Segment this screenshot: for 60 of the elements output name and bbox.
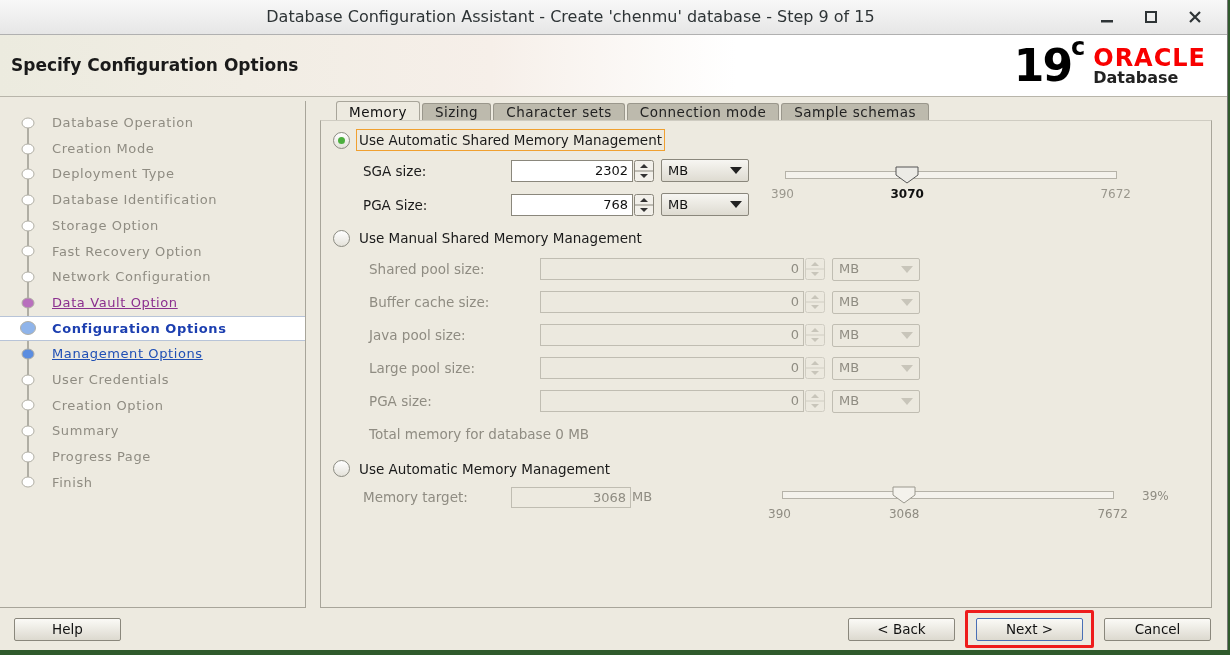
field-label: Buffer cache size: bbox=[369, 292, 491, 312]
radio-button[interactable] bbox=[333, 229, 350, 247]
caret-icon bbox=[901, 364, 913, 372]
dialog-button[interactable]: < Back bbox=[848, 617, 955, 641]
number-field[interactable]: 2302 bbox=[511, 159, 633, 182]
step-item[interactable]: Configuration Options bbox=[0, 315, 305, 342]
step-label[interactable]: Data Vault Option bbox=[52, 292, 178, 313]
slider-thumb[interactable] bbox=[895, 166, 920, 185]
step-label[interactable]: Management Options bbox=[52, 344, 203, 364]
product-name: Database bbox=[1093, 69, 1180, 86]
spinner-icon[interactable] bbox=[634, 193, 654, 216]
percent-label: 39% bbox=[1142, 488, 1169, 505]
slider-max: 7672 bbox=[1100, 186, 1131, 204]
field-label: Memory target: bbox=[363, 488, 469, 507]
slider-min: 390 bbox=[768, 506, 791, 523]
radio-button[interactable] bbox=[333, 460, 350, 478]
tab[interactable]: Sample schemas bbox=[781, 103, 929, 120]
maximize-icon[interactable] bbox=[1145, 11, 1157, 23]
window-title: Database Configuration Assistant - Create 'chenmu' database - Step 9 of 15 bbox=[265, 6, 876, 28]
field-label: Java pool size: bbox=[369, 325, 467, 345]
caret-icon bbox=[901, 331, 913, 339]
dialog-button[interactable]: Help bbox=[14, 617, 121, 641]
tab[interactable]: Connection mode bbox=[626, 103, 780, 120]
version-number: 19$^{c}$ bbox=[1013, 43, 1084, 88]
tab[interactable]: Memory bbox=[336, 101, 420, 120]
unit-dropdown[interactable]: MB bbox=[661, 193, 749, 217]
dialog-button[interactable]: Cancel bbox=[1104, 617, 1211, 641]
radio-label[interactable]: Use Automatic Memory Management bbox=[356, 457, 614, 480]
caret-icon bbox=[901, 298, 913, 306]
step-node-icon bbox=[20, 321, 36, 336]
radio-button[interactable] bbox=[333, 131, 350, 149]
caret-icon bbox=[901, 265, 913, 273]
page-title: Specify Configuration Options bbox=[11, 53, 299, 77]
caret-icon bbox=[730, 201, 742, 209]
tab[interactable]: Character sets bbox=[493, 103, 625, 120]
radio-label[interactable]: Use Automatic Shared Memory Management bbox=[356, 129, 665, 152]
step-item[interactable]: Management Options bbox=[0, 341, 305, 367]
field-label: SGA size: bbox=[363, 161, 428, 181]
step-item[interactable]: Data Vault Option bbox=[0, 289, 305, 316]
brand-logo: ORACLE bbox=[1093, 45, 1206, 70]
field-label: PGA size: bbox=[369, 391, 433, 411]
close-icon[interactable] bbox=[1189, 11, 1201, 23]
slider-max: 7672 bbox=[1097, 506, 1128, 523]
slider-min: 390 bbox=[771, 186, 794, 204]
field-label: PGA Size: bbox=[363, 195, 429, 215]
dialog-button[interactable]: Next > bbox=[976, 617, 1083, 641]
field-label: Shared pool size: bbox=[369, 259, 486, 279]
number-field[interactable]: 768 bbox=[511, 193, 633, 216]
unit-dropdown[interactable]: MB bbox=[661, 159, 749, 183]
slider-value: 3068 bbox=[888, 506, 920, 523]
radio-label[interactable]: Use Manual Shared Memory Management bbox=[356, 227, 645, 250]
total-memory-text: Total memory for database 0 MB bbox=[369, 424, 591, 444]
unit-label: MB bbox=[632, 488, 654, 506]
caret-icon bbox=[730, 167, 742, 175]
field-label: Large pool size: bbox=[369, 358, 477, 378]
step-label[interactable]: Configuration Options bbox=[52, 318, 227, 339]
slider-value: 3070 bbox=[890, 186, 924, 204]
spinner-icon[interactable] bbox=[634, 159, 654, 182]
tab[interactable]: Sizing bbox=[421, 103, 492, 120]
caret-icon bbox=[901, 397, 913, 405]
